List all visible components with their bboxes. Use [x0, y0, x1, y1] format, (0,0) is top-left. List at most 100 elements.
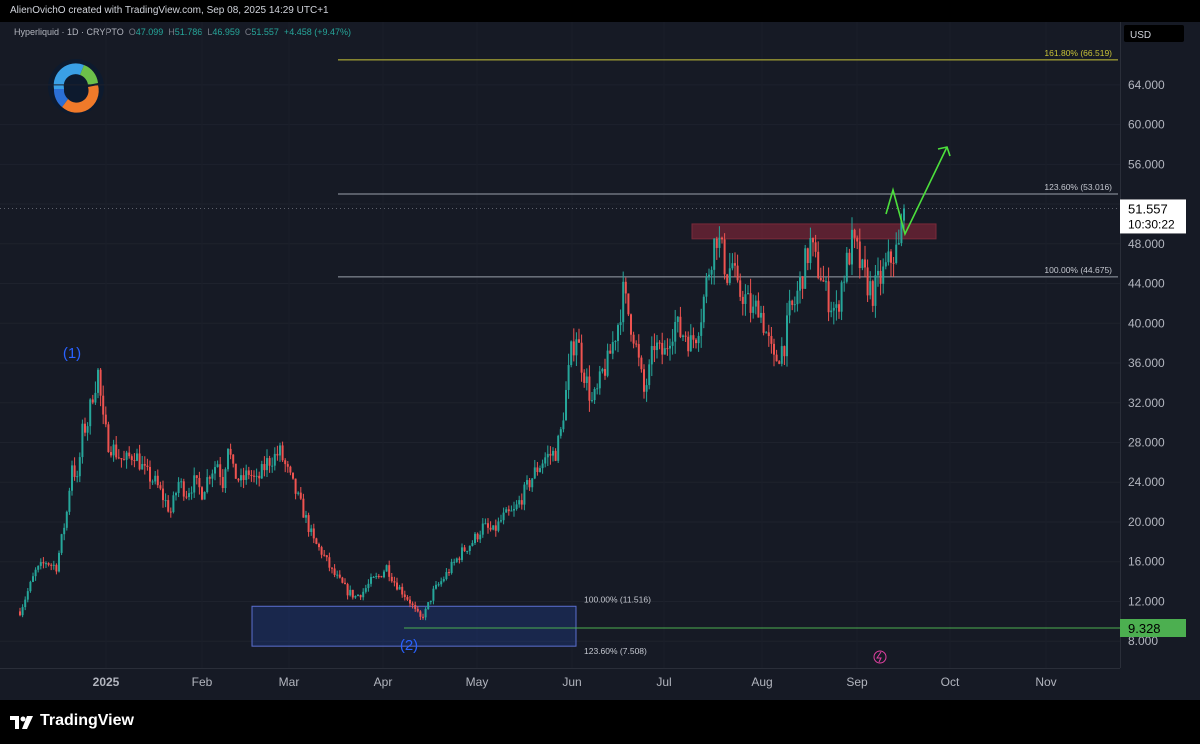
candle-body: [442, 579, 445, 582]
candle-body: [827, 281, 830, 313]
candle-body: [76, 476, 79, 478]
candle-body: [726, 274, 729, 283]
candle-body: [484, 523, 487, 525]
candle-body: [216, 464, 219, 468]
candle-body: [461, 547, 463, 560]
candle-body: [94, 392, 97, 403]
candle-body: [237, 478, 240, 481]
candle-body: [723, 239, 726, 275]
candle-body: [471, 543, 474, 546]
candle-body: [588, 376, 591, 401]
candle-body: [645, 385, 648, 392]
candle-body: [874, 275, 877, 306]
candle-body: [559, 429, 562, 436]
candle-body: [734, 263, 736, 266]
y-tick-label: 60.000: [1128, 118, 1165, 132]
candle-body: [180, 481, 183, 483]
candle-body: [770, 336, 773, 344]
candle-body: [609, 350, 612, 354]
candle-body: [611, 342, 614, 354]
last-price-value: 51.557: [1128, 201, 1168, 216]
candle-body: [263, 464, 266, 471]
candle-body: [388, 565, 391, 577]
candle-body: [757, 300, 760, 318]
candle-body: [211, 473, 214, 479]
candle-body: [903, 208, 905, 221]
candle-body: [689, 335, 692, 352]
candle-body: [793, 304, 796, 306]
candle-body: [302, 498, 305, 518]
candle-body: [544, 457, 547, 464]
candle-body: [679, 316, 682, 337]
candle-body: [630, 314, 632, 335]
candle-body: [279, 445, 281, 456]
candle-body: [731, 263, 734, 269]
candle-body: [687, 336, 690, 352]
candle-body: [258, 475, 261, 479]
tradingview-chart: AlienOvichO created with TradingView.com…: [0, 0, 1200, 744]
candle-body: [892, 262, 895, 264]
fib-label: 100.00% (44.675): [1044, 265, 1112, 275]
candle-body: [528, 480, 531, 488]
candle-body: [695, 339, 697, 344]
candle-body: [840, 282, 843, 312]
candle-body: [50, 564, 53, 566]
candle-body: [864, 259, 866, 268]
candle-body: [760, 312, 762, 318]
x-tick-label: May: [466, 675, 489, 689]
candle-body: [188, 493, 190, 497]
candle-body: [856, 237, 859, 242]
candle-body: [718, 237, 721, 248]
candle-body: [299, 492, 302, 499]
candle-body: [494, 525, 497, 531]
candle-body: [110, 452, 112, 456]
candle-body: [502, 512, 505, 521]
candle-body: [895, 244, 898, 263]
candle-body: [866, 267, 869, 296]
candle-body: [653, 346, 656, 351]
candle-body: [346, 584, 349, 596]
candle-body: [315, 538, 318, 544]
candle-body: [318, 543, 320, 548]
candle-body: [523, 484, 526, 505]
candle-body: [146, 465, 149, 467]
candle-body: [778, 361, 781, 364]
candle-body: [492, 525, 495, 530]
candle-body: [182, 481, 185, 497]
candle-body: [416, 608, 419, 612]
price-axis[interactable]: USD8.00012.00016.00020.00024.00028.00032…: [1120, 22, 1200, 700]
candle-body: [151, 481, 154, 483]
candle-body: [112, 444, 115, 456]
candle-body: [286, 464, 289, 467]
price-chart[interactable]: 161.80% (66.519) 123.60% (53.016) 100.00% …: [0, 0, 1200, 744]
y-tick-label: 32.000: [1128, 396, 1165, 410]
candle-body: [596, 388, 599, 390]
x-tick-label: Feb: [192, 675, 213, 689]
candle-body: [68, 490, 71, 512]
candle-body: [479, 534, 482, 540]
candle-body: [42, 562, 45, 564]
candle-body: [513, 509, 515, 511]
candle-body: [773, 343, 775, 355]
x-tick-label: Jun: [562, 675, 581, 689]
candle-body: [869, 281, 872, 296]
candle-body: [60, 534, 63, 553]
candle-body: [598, 371, 601, 389]
candle-body: [861, 259, 864, 269]
candle-body: [739, 280, 742, 297]
candle-body: [801, 276, 804, 289]
y-tick-label: 44.000: [1128, 277, 1165, 291]
candle-body: [419, 611, 422, 617]
time-axis[interactable]: 2025 Feb Mar Apr May Jun Jul Aug Sep Oct Nov: [0, 668, 1120, 690]
candle-body: [107, 424, 110, 453]
candle-body: [201, 487, 203, 500]
candle-body: [453, 561, 456, 563]
candle-body: [533, 467, 536, 479]
y-tick-label: 40.000: [1128, 316, 1165, 330]
candle-body: [71, 465, 73, 491]
candle-body: [741, 296, 744, 304]
candle-body: [684, 335, 687, 337]
candle-body: [305, 515, 307, 518]
candle-body: [125, 452, 128, 460]
candle-body: [570, 341, 573, 366]
